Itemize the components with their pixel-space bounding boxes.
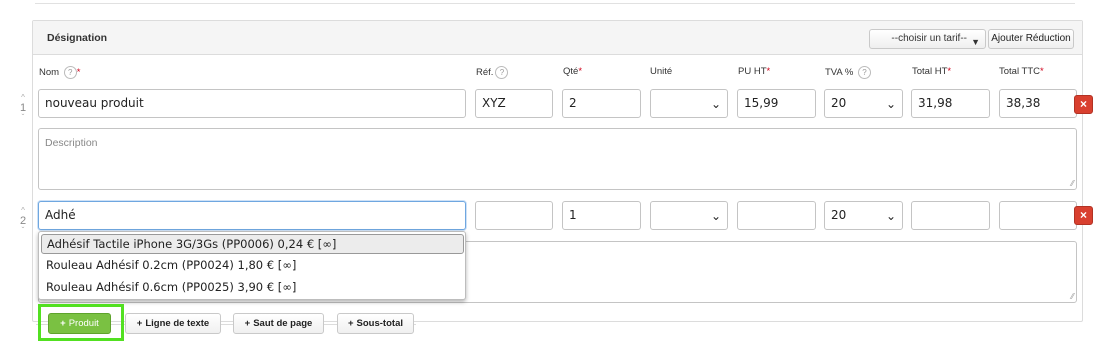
chevron-down-icon: ⌄ [885,209,896,223]
row-1-description-textarea[interactable]: Description ⁄⁄ [38,128,1077,190]
tarif-select-value: --choisir un tarif-- [891,33,967,44]
panel-header: Désignation --choisir un tarif-- ▼ Ajout… [33,21,1082,55]
resize-grip-icon[interactable]: ⁄⁄ [1071,179,1074,188]
arrow-down-icon[interactable]: ˇ [18,226,28,236]
row-1-ref-input[interactable]: XYZ [475,89,553,118]
arrow-down-icon[interactable]: ˇ [18,113,28,123]
required-mark: * [1040,66,1044,77]
column-pu-ht-label: PU HT [738,66,767,77]
row-2-nom-input[interactable]: Adhé [38,201,466,230]
panel-title: Désignation [47,32,108,44]
column-pu-ht: PU HT* [738,66,770,77]
row-1-handle[interactable]: ^ 1 ˇ [18,93,28,123]
plus-icon: + [60,318,66,329]
column-qte-label: Qté [563,66,579,77]
column-tva: TVA % ? [825,66,871,79]
add-produit-button[interactable]: + Produit [48,313,111,334]
column-total-ttc: Total TTC* [999,66,1044,77]
row-1-qte-input[interactable]: 2 [562,89,641,118]
help-icon[interactable]: ? [857,66,871,79]
add-sous-total-label: Sous-total [356,318,403,329]
row-2-delete-button[interactable]: × [1074,206,1093,225]
column-ref: Réf.? [476,66,509,79]
column-unite: Unité [650,66,673,77]
autocomplete-item[interactable]: Rouleau Adhésif 0.2cm (PP0024) 1,80 € [∞… [41,256,464,276]
description-placeholder: Description [45,137,98,149]
row-1-nom-input[interactable]: nouveau produit [38,89,466,118]
column-ref-label: Réf. [476,67,494,79]
row-2-qte-input[interactable]: 1 [562,201,641,230]
row-2-pu-ht-input[interactable] [737,201,816,230]
help-icon[interactable]: ? [495,66,509,79]
add-saut-page-label: Saut de page [253,318,313,329]
column-nom: Nom ? * [39,66,80,79]
top-divider [35,0,1075,4]
column-total-ht: Total HT* [912,66,951,77]
plus-icon: + [136,318,143,329]
autocomplete-dropdown: Adhésif Tactile iPhone 3G/3Gs (PP0006) 0… [38,231,466,300]
row-1-tva-select[interactable]: 20 ⌄ [824,89,903,118]
row-2-handle[interactable]: ^ 2 ˇ [18,206,28,236]
plus-icon: + [244,318,251,329]
add-sous-total-button[interactable]: + Sous-total [337,313,414,334]
required-mark: * [766,66,771,77]
add-produit-label: Produit [68,318,99,329]
column-total-ttc-label: Total TTC [999,66,1041,77]
add-reduction-button[interactable]: Ajouter Réduction [988,29,1074,49]
chevron-down-icon: ⌄ [710,209,721,223]
column-nom-label: Nom [39,67,60,79]
add-ligne-texte-button[interactable]: + Ligne de texte [125,313,221,334]
add-ligne-texte-label: Ligne de texte [145,318,210,329]
row-2-unite-select[interactable]: ⌄ [650,201,728,230]
autocomplete-item[interactable]: Adhésif Tactile iPhone 3G/3Gs (PP0006) 0… [41,234,464,254]
row-1-total-ttc-input[interactable]: 38,38 [999,89,1077,118]
plus-icon: + [347,318,354,329]
column-qte: Qté* [563,66,582,77]
required-mark: * [947,66,952,77]
row-1-total-ht-input[interactable]: 31,98 [911,89,990,118]
column-tva-label: TVA % [825,67,854,79]
row-2-total-ht-input[interactable] [911,201,990,230]
row-2-ref-input[interactable] [475,201,553,230]
help-icon[interactable]: ? [63,66,77,79]
tarif-select[interactable]: --choisir un tarif-- ▼ [869,29,986,49]
required-mark: * [76,67,81,79]
chevron-down-icon: ▼ [971,37,980,47]
row-2-tva-value: 20 [831,208,847,222]
chevron-down-icon: ⌄ [710,97,721,111]
resize-grip-icon[interactable]: ⁄⁄ [1071,292,1074,301]
column-total-ht-label: Total HT [912,66,948,77]
autocomplete-item[interactable]: Rouleau Adhésif 0.6cm (PP0025) 3,90 € [∞… [41,278,464,298]
add-saut-page-button[interactable]: + Saut de page [233,313,324,334]
row-1-unite-select[interactable]: ⌄ [650,89,728,118]
row-2-tva-select[interactable]: 20 ⌄ [824,201,903,230]
row-1-delete-button[interactable]: × [1074,95,1093,114]
row-1-tva-value: 20 [831,96,847,110]
row-2-total-ttc-input[interactable] [999,201,1077,230]
row-1-pu-ht-input[interactable]: 15,99 [737,89,816,118]
required-mark: * [578,66,583,77]
chevron-down-icon: ⌄ [885,97,896,111]
